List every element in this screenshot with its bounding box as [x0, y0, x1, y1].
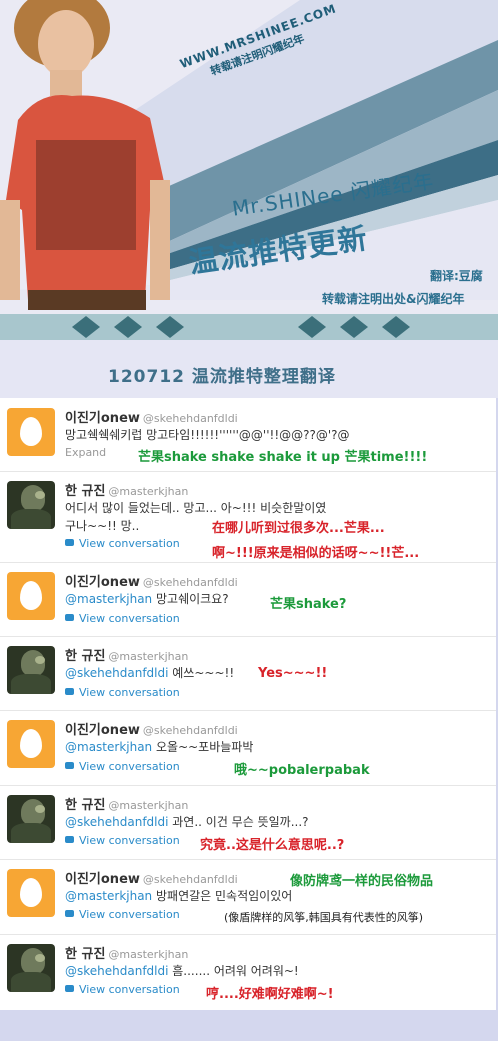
view-conversation-link[interactable]: View conversation: [65, 983, 180, 996]
tweet-author-handle[interactable]: @masterkjhan: [108, 799, 188, 812]
tweet-author-handle[interactable]: @masterkjhan: [108, 948, 188, 961]
egg-avatar-icon[interactable]: [7, 869, 55, 917]
conversation-bubble-icon: [65, 614, 74, 621]
tweet: 이진기onew @skehehdanfdldi @masterkjhan 오올~~…: [0, 710, 496, 786]
view-conversation-label: View conversation: [79, 537, 180, 550]
tweet-text: @skehehdanfdldi 흠....... 어려워 어려워~!: [65, 963, 299, 980]
tweet-timeline: 이진기onew @skehehdanfdldi 망고쉑쉑쉐키럽 망고타임!!!!!…: [0, 398, 496, 1010]
photo-avatar[interactable]: [7, 944, 55, 992]
tweet-body: 망고쉐이크요?: [152, 592, 229, 606]
tweet-text: @skehehdanfdldi 과연.. 이건 무슨 뜻일까...?: [65, 814, 309, 831]
tweet-author-name[interactable]: 이진기onew: [65, 411, 140, 426]
view-conversation-link[interactable]: View conversation: [65, 612, 180, 625]
tweet-body: 예쓰~~~!!: [168, 666, 235, 680]
tweet-translation: 究竟..这是什么意思呢..?: [200, 838, 345, 853]
view-conversation-label: View conversation: [79, 983, 180, 996]
conversation-bubble-icon: [65, 836, 74, 843]
mention-link[interactable]: @skehehdanfdldi: [65, 964, 168, 978]
tweet-author-name[interactable]: 이진기onew: [65, 575, 140, 590]
tweet-body: 흠....... 어려워 어려워~!: [168, 964, 299, 978]
tweet-author-name[interactable]: 이진기onew: [65, 723, 140, 738]
tweet-author-handle[interactable]: @skehehdanfdldi: [143, 576, 238, 589]
view-conversation-link[interactable]: View conversation: [65, 686, 180, 699]
tweet-author-name[interactable]: 한 규진: [65, 798, 105, 813]
photo-avatar[interactable]: [7, 795, 55, 843]
view-conversation-label: View conversation: [79, 834, 180, 847]
tweet-author-handle[interactable]: @masterkjhan: [108, 650, 188, 663]
mention-link[interactable]: @masterkjhan: [65, 889, 152, 903]
tweet: 이진기onew @skehehdanfdldi @masterkjhan 망고쉐이…: [0, 562, 496, 637]
egg-avatar-icon[interactable]: [7, 572, 55, 620]
tweet-author-handle[interactable]: @masterkjhan: [108, 485, 188, 498]
conversation-bubble-icon: [65, 688, 74, 695]
translator-credit: 翻译:豆腐: [430, 269, 483, 283]
tweet-author-name[interactable]: 한 규진: [65, 947, 105, 962]
view-conversation-label: View conversation: [79, 612, 180, 625]
view-conversation-link[interactable]: View conversation: [65, 834, 180, 847]
tweet: 이진기onew @skehehdanfdldi @masterkjhan 방패연갈…: [0, 859, 496, 935]
person-photo: [0, 0, 170, 310]
repost-note: 转载请注明出处&闪耀纪年: [322, 292, 465, 306]
tweet: 한 규진 @masterkjhan 어디서 많이 들었는데.. 망고... 아~!…: [0, 471, 496, 563]
egg-avatar-icon[interactable]: [7, 720, 55, 768]
tweet-text: @masterkjhan 오올~~포바늘파박: [65, 739, 253, 756]
tweet-translation: 在哪儿听到过很多次...芒果...: [212, 521, 385, 536]
tweet-translation: 像防牌鸢一样的民俗物品: [290, 874, 434, 889]
tweet-body: 방패연갈은 민속적임이있어: [152, 889, 293, 903]
tweet-text: 어디서 많이 들었는데.. 망고... 아~!!! 비슷한말이였: [65, 501, 327, 515]
expand-link[interactable]: Expand: [65, 446, 106, 459]
mention-link[interactable]: @skehehdanfdldi: [65, 666, 168, 680]
tweet: 이진기onew @skehehdanfdldi 망고쉑쉑쉐키럽 망고타임!!!!!…: [0, 398, 496, 472]
tweet-translation: 哦~~pobalerpabak: [234, 763, 370, 778]
view-conversation-label: View conversation: [79, 760, 180, 773]
tweet-author-name[interactable]: 한 규진: [65, 649, 105, 664]
tweet-author-name[interactable]: 이진기onew: [65, 872, 140, 887]
tweet-body: 오올~~포바늘파박: [152, 740, 254, 754]
view-conversation-link[interactable]: View conversation: [65, 537, 180, 550]
photo-avatar[interactable]: [7, 481, 55, 529]
mention-link[interactable]: @masterkjhan: [65, 740, 152, 754]
tweet: 한 규진 @masterkjhan @skehehdanfdldi 예쓰~~~!!…: [0, 636, 496, 711]
tweet-body: 과연.. 이건 무슨 뜻일까...?: [168, 815, 309, 829]
tweet-translation: 哼....好难啊好难啊~!: [206, 987, 334, 1002]
section-heading: 120712 温流推特整理翻译: [108, 367, 336, 387]
tweet-text-continued: 구나~~!! 망..: [65, 519, 140, 533]
photo-avatar[interactable]: [7, 646, 55, 694]
conversation-bubble-icon: [65, 762, 74, 769]
conversation-bubble-icon: [65, 985, 74, 992]
egg-avatar-icon[interactable]: [7, 408, 55, 456]
tweet-translation: 啊~!!!原来是相似的话呀~~!!芒...: [212, 546, 420, 561]
tweet-text: @skehehdanfdldi 예쓰~~~!!: [65, 665, 234, 682]
tweet: 한 규진 @masterkjhan @skehehdanfdldi 과연.. 이건…: [0, 785, 496, 860]
header-banner: WWW.MRSHINEE.COM 转载请注明闪耀纪年 Mr.SHINee 闪耀纪…: [0, 0, 498, 340]
mention-link[interactable]: @skehehdanfdldi: [65, 815, 168, 829]
tweet-text: @masterkjhan 방패연갈은 민속적임이있어: [65, 888, 292, 905]
view-conversation-link[interactable]: View conversation: [65, 760, 180, 773]
tweet-text: 망고쉑쉑쉐키럽 망고타임!!!!!!''''''@@''!!@@??@'?@: [65, 428, 350, 442]
view-conversation-label: View conversation: [79, 686, 180, 699]
tweet: 한 규진 @masterkjhan @skehehdanfdldi 흠......…: [0, 934, 496, 1010]
view-conversation-link[interactable]: View conversation: [65, 908, 180, 921]
tweet-translation: 芒果shake shake shake it up 芒果time!!!!: [138, 450, 428, 465]
tweet-author-handle[interactable]: @skehehdanfdldi: [143, 724, 238, 737]
tweet-author-handle[interactable]: @skehehdanfdldi: [143, 412, 238, 425]
translation-note: (像盾牌样的风筝,韩国具有代表性的风筝): [224, 911, 424, 924]
view-conversation-label: View conversation: [79, 908, 180, 921]
conversation-bubble-icon: [65, 910, 74, 917]
tweet-translation: 芒果shake?: [270, 597, 347, 612]
tweet-text: @masterkjhan 망고쉐이크요?: [65, 591, 229, 608]
tweet-author-handle[interactable]: @skehehdanfdldi: [143, 873, 238, 886]
conversation-bubble-icon: [65, 539, 74, 546]
tweet-author-name[interactable]: 한 규진: [65, 484, 105, 499]
tweet-translation: Yes~~~!!: [258, 666, 328, 681]
mention-link[interactable]: @masterkjhan: [65, 592, 152, 606]
